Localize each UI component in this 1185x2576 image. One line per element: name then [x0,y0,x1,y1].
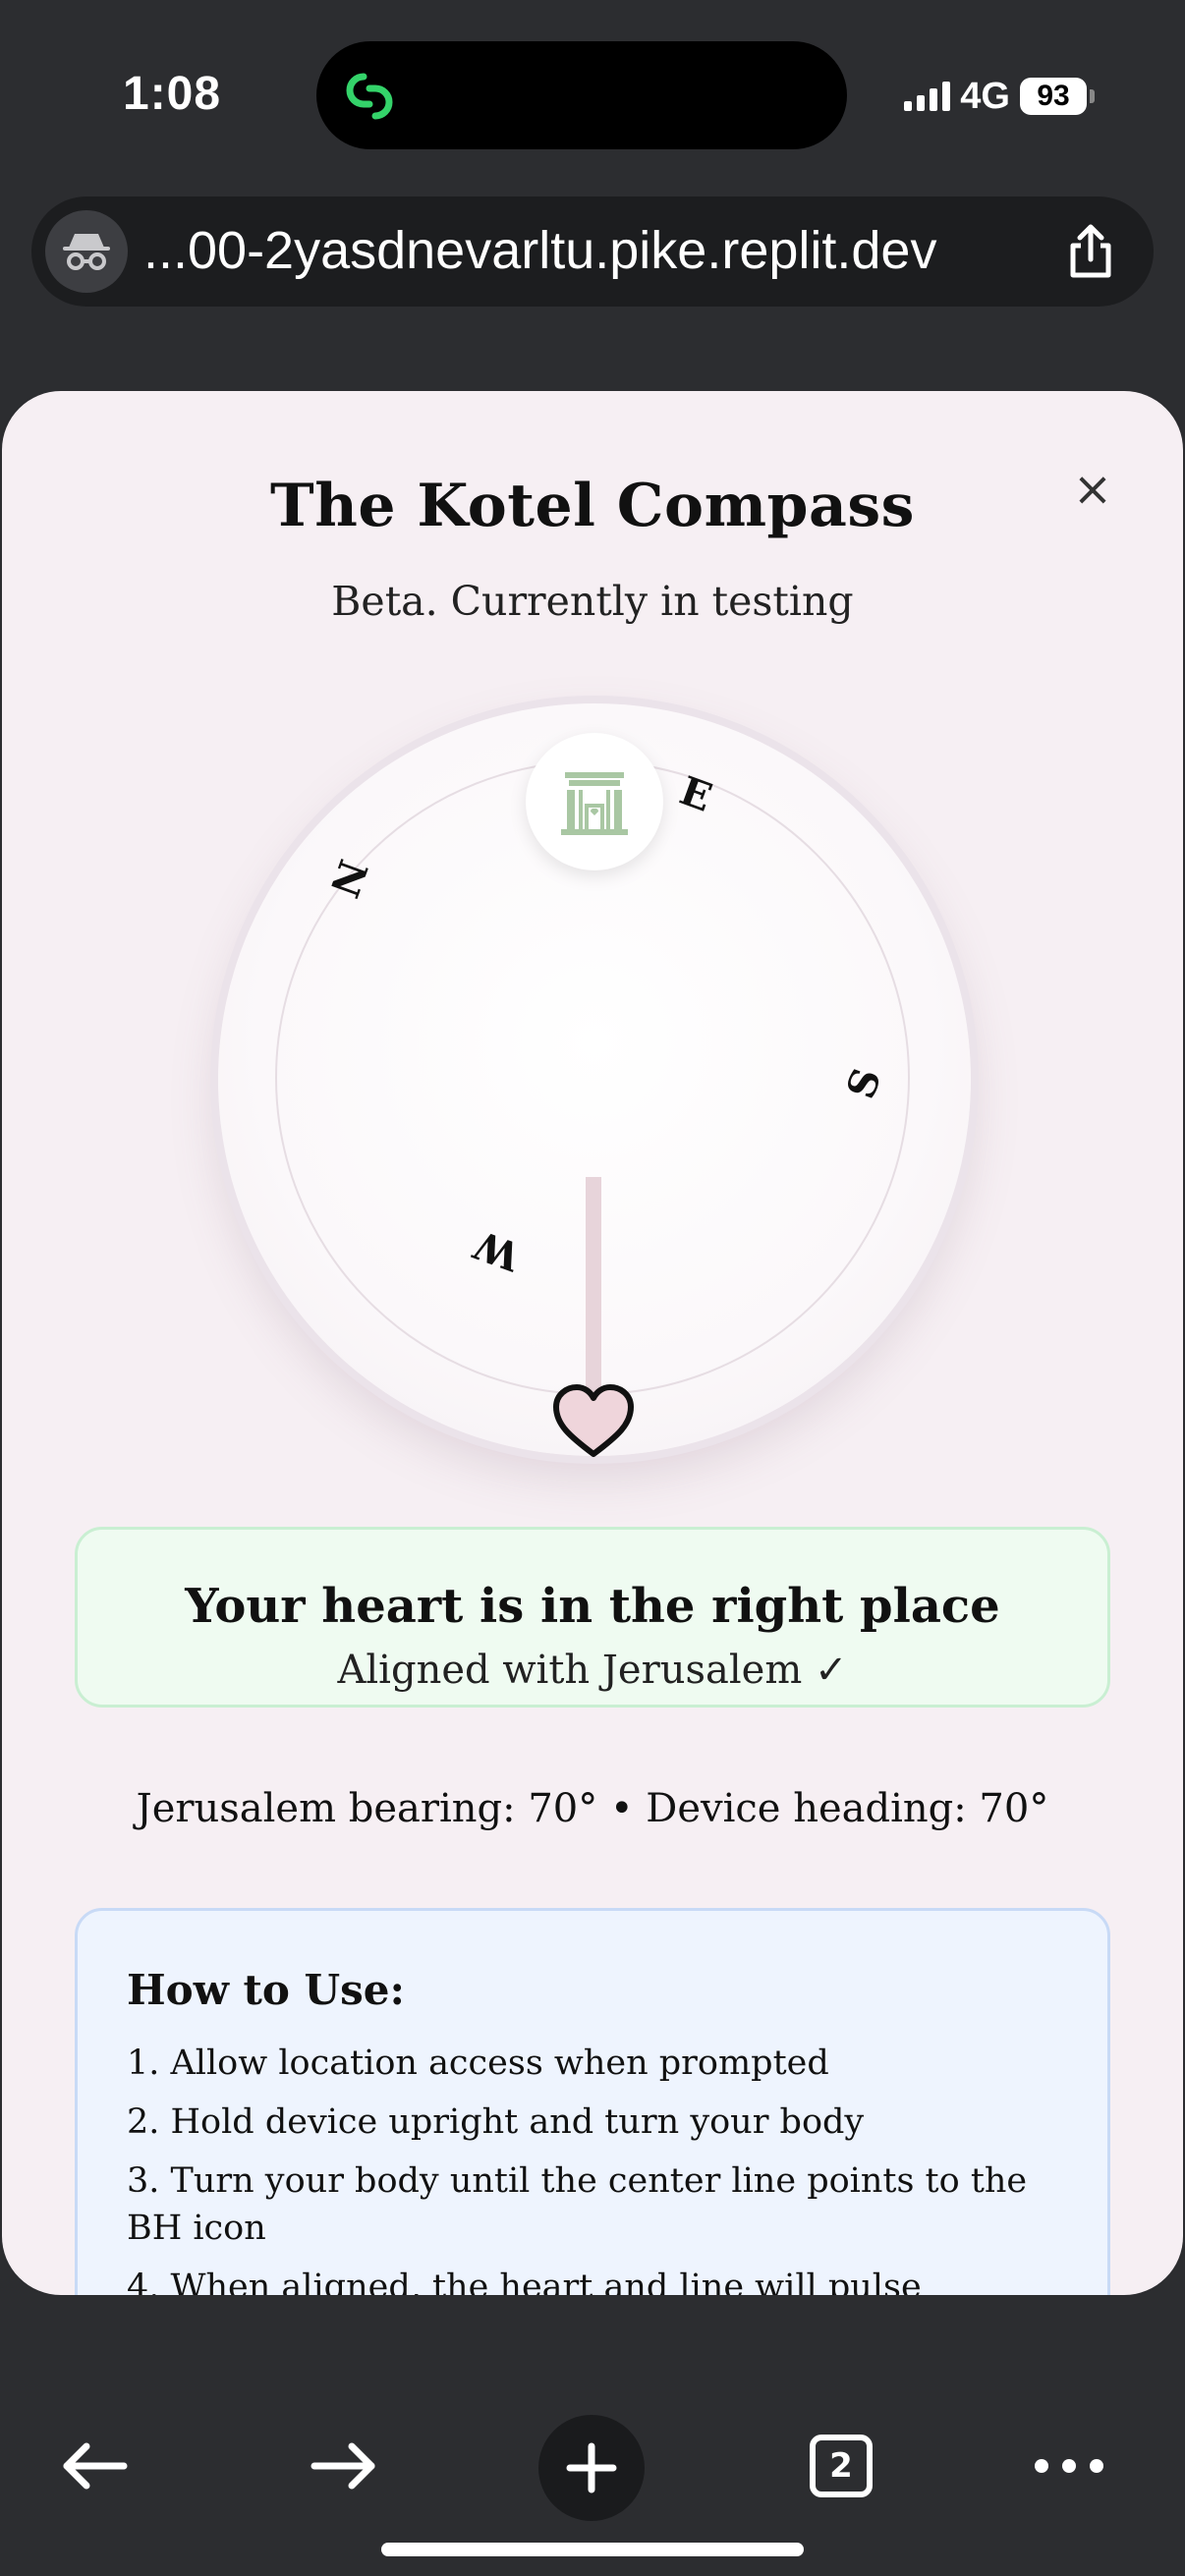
back-button[interactable] [35,2407,153,2525]
forward-button[interactable] [285,2407,403,2525]
url-text[interactable]: ...00-2yasdnevarltu.pike.replit.dev [143,220,1077,281]
incognito-icon[interactable] [45,210,128,293]
how-to-title: How to Use: [127,1966,406,2014]
alignment-subtitle: Aligned with Jerusalem ✓ [337,1648,848,1693]
status-time: 1:08 [123,68,222,120]
alignment-title: Your heart is in the right place [185,1579,1000,1634]
address-bar[interactable]: ...00-2yasdnevarltu.pike.replit.dev [31,196,1154,307]
arrow-left-icon [63,2442,128,2490]
heart-icon [553,1384,634,1457]
temple-badge [526,733,663,870]
signal-icon [904,82,951,111]
temple-icon [561,772,628,835]
home-indicator[interactable] [381,2543,804,2556]
network-type: 4G [960,75,1010,117]
bearing-readout: Jerusalem bearing: 70° • Device heading:… [136,1786,1049,1831]
more-dots-icon [1035,2459,1103,2473]
page-title: The Kotel Compass [270,472,915,540]
compass-needle [586,1177,601,1399]
battery-level: 93 [1020,78,1087,115]
share-icon[interactable] [1063,222,1118,281]
how-to-use-card: How to Use: 1. Allow location access whe… [75,1908,1110,2295]
alignment-status-card: Your heart is in the right place Aligned… [75,1527,1110,1708]
status-indicators: 4G 93 [904,75,1095,118]
list-item: 1. Allow location access when prompted [127,2044,829,2083]
compass-modal: × The Kotel Compass Beta. Currently in t… [2,391,1183,2295]
tabs-button[interactable]: 2 [782,2407,900,2525]
list-item: 3. Turn your body until the center line … [127,2161,1028,2248]
dynamic-island [316,41,847,149]
list-item: 4. When aligned, the heart and line will… [127,2268,922,2295]
new-tab-button[interactable] [538,2415,645,2521]
compass-dial: N E S W [218,703,971,1457]
list-item: 2. Hold device upright and turn your bod… [127,2102,865,2142]
arrow-right-icon [310,2442,375,2490]
page-subtitle: Beta. Currently in testing [331,578,854,625]
tabs-icon: 2 [810,2435,873,2497]
link-rings-icon [346,73,393,120]
more-button[interactable] [1010,2407,1128,2525]
battery-icon [1090,89,1095,103]
plus-icon [566,2442,617,2493]
